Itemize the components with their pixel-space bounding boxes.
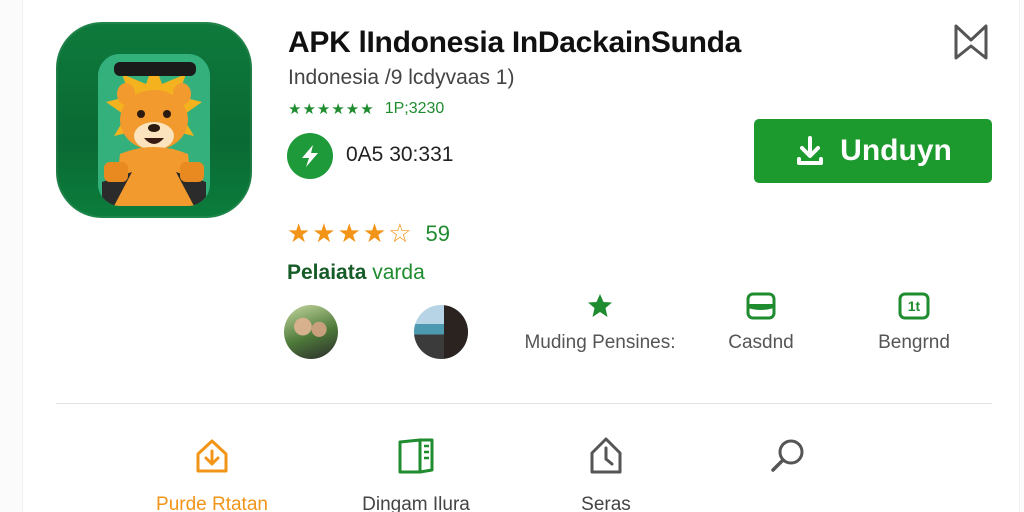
- rating-count: 1P;3230: [384, 100, 445, 117]
- nav-label-library: Dingam Ilura: [362, 494, 470, 512]
- app-subtitle: Indonesia /9 lcdyvaas 1): [288, 66, 515, 89]
- nav-label-explore: Seras: [581, 494, 631, 512]
- feature-item-1[interactable]: Muding Pensines:: [520, 292, 680, 354]
- rating-stars: ★★★★☆: [287, 218, 414, 248]
- section-title-sub: varda: [366, 261, 425, 284]
- app-icon: [56, 22, 252, 218]
- feature-label-1: Muding Pensines:: [524, 332, 676, 353]
- nav-item-home[interactable]: Purde Rtatan: [150, 436, 274, 512]
- number-badge-icon: 1t: [898, 292, 930, 320]
- nav-item-explore[interactable]: Seras: [566, 436, 646, 512]
- app-title: APK lIndonesia InDackainSunda: [288, 26, 742, 59]
- bolt-icon: [287, 133, 333, 179]
- nav-item-library[interactable]: Dingam Ilura: [356, 436, 476, 512]
- svg-text:1t: 1t: [908, 298, 921, 314]
- rating-summary: ★★★★★★ 1P;3230: [288, 100, 444, 118]
- feature-item-3[interactable]: 1t Bengrnd: [866, 292, 962, 354]
- app-icon-tab: [114, 62, 196, 76]
- feature-label-2: Casdnd: [728, 332, 794, 353]
- nav-item-search[interactable]: [758, 436, 818, 494]
- feature-label-3: Bengrnd: [878, 332, 950, 353]
- compass-icon: [586, 436, 626, 476]
- shield-icon: [746, 292, 776, 320]
- feature-item-2[interactable]: Casdnd: [716, 292, 806, 354]
- rating-value: 59: [425, 220, 451, 246]
- version-info: 0A5 30:331: [346, 143, 454, 166]
- avatar-landscape-photo[interactable]: [414, 305, 468, 359]
- download-label: Unduyn: [840, 134, 952, 167]
- home-download-icon: [192, 436, 232, 476]
- app-icon-mascot: [98, 54, 210, 206]
- section-title-main: Pelaiata: [287, 261, 367, 284]
- download-icon: [797, 136, 824, 165]
- book-icon: [396, 436, 436, 476]
- rating-row: ★★★★☆ 59: [287, 218, 450, 249]
- avatar-group-photo[interactable]: [284, 305, 338, 359]
- star-icon: [587, 292, 613, 320]
- section-title: Pelaiata varda: [287, 261, 425, 285]
- download-button[interactable]: Unduyn: [754, 119, 992, 183]
- search-icon: [768, 436, 808, 476]
- small-stars: ★★★★★★: [288, 101, 375, 118]
- divider: [56, 403, 992, 404]
- nav-label-home: Purde Rtatan: [156, 494, 268, 512]
- bookmark-icon[interactable]: [952, 22, 990, 62]
